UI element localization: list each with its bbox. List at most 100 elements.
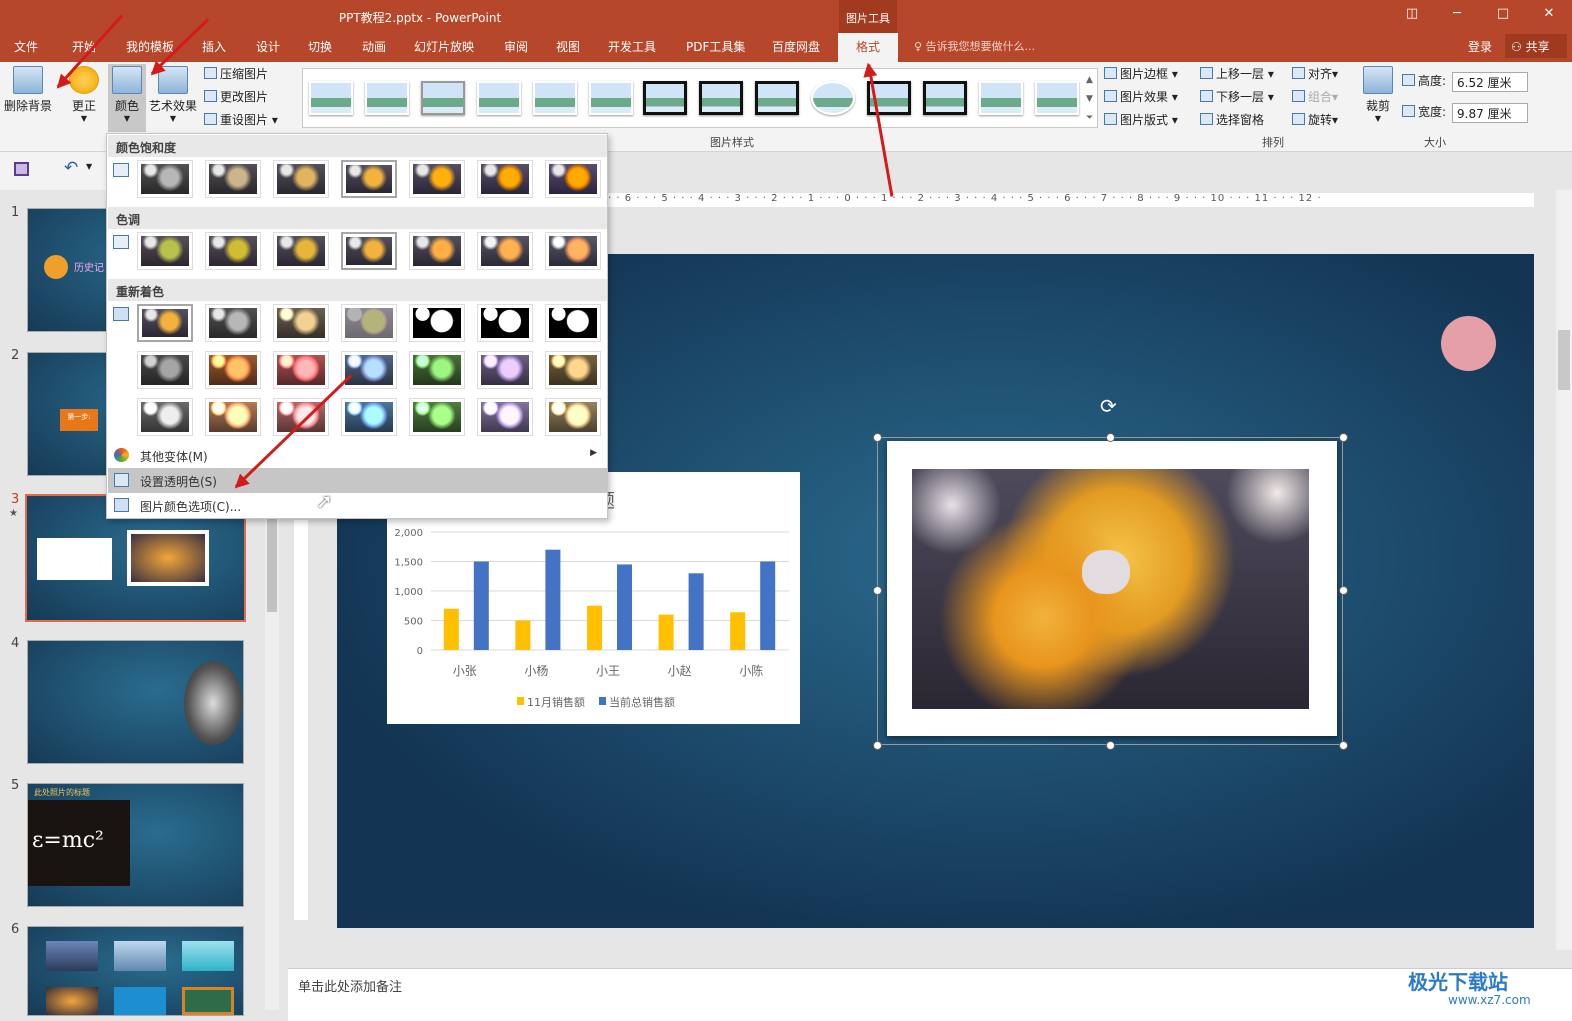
share-button[interactable]: ⚇ 共享 bbox=[1505, 34, 1567, 58]
reset-picture-button[interactable]: 重设图片 ▾ bbox=[204, 109, 278, 131]
send-backward-button[interactable]: 下移一层 ▾ bbox=[1200, 86, 1274, 108]
align-button[interactable]: 对齐▾ bbox=[1292, 63, 1338, 85]
pink-circle-shape[interactable] bbox=[1441, 316, 1496, 371]
color-swatch[interactable] bbox=[409, 160, 465, 198]
tab-design[interactable]: 设计 bbox=[256, 38, 280, 60]
bring-forward-button[interactable]: 上移一层 ▾ bbox=[1200, 63, 1274, 85]
color-swatch[interactable] bbox=[545, 351, 601, 389]
style-thumb[interactable] bbox=[589, 81, 633, 115]
tab-insert[interactable]: 插入 bbox=[202, 38, 226, 60]
color-swatch[interactable] bbox=[477, 398, 533, 436]
rotate-handle-icon[interactable]: ⟳ bbox=[1100, 394, 1117, 418]
picture-layout-button[interactable]: 图片版式 ▾ bbox=[1104, 109, 1178, 131]
color-swatch[interactable] bbox=[545, 304, 601, 342]
login-link[interactable]: 登录 bbox=[1468, 38, 1492, 55]
color-swatch[interactable] bbox=[137, 160, 193, 198]
set-transparent-color-item[interactable]: 设置透明色(S) bbox=[108, 468, 607, 493]
color-swatch[interactable] bbox=[205, 232, 261, 270]
tab-animations[interactable]: 动画 bbox=[362, 38, 386, 60]
undo-icon[interactable]: ↶ bbox=[64, 158, 78, 178]
color-swatch[interactable] bbox=[409, 351, 465, 389]
ribbon-display-button[interactable]: ◫ bbox=[1392, 6, 1432, 26]
slide-thumbnail-6[interactable] bbox=[27, 926, 244, 1016]
more-variations-item[interactable]: 其他变体(M) ▶ bbox=[108, 443, 607, 468]
height-input[interactable]: 6.52 厘米 bbox=[1452, 72, 1528, 92]
color-swatch[interactable] bbox=[477, 304, 533, 342]
style-thumb[interactable] bbox=[699, 81, 743, 115]
color-swatch[interactable] bbox=[273, 160, 329, 198]
width-input[interactable]: 9.87 厘米 bbox=[1452, 103, 1528, 123]
style-thumb[interactable] bbox=[811, 81, 855, 115]
style-thumb[interactable] bbox=[755, 81, 799, 115]
slide-thumbnail-4[interactable] bbox=[27, 640, 244, 764]
slide-thumbnail-5[interactable]: 此处照片的标题 ε=mc² bbox=[27, 783, 244, 907]
maximize-button[interactable]: □ bbox=[1483, 6, 1523, 26]
color-swatch[interactable] bbox=[341, 398, 397, 436]
resize-handle[interactable] bbox=[873, 586, 882, 595]
minimize-button[interactable]: ─ bbox=[1437, 6, 1477, 26]
vertical-scrollbar[interactable] bbox=[1556, 190, 1572, 950]
tab-review[interactable]: 审阅 bbox=[504, 38, 528, 60]
color-swatch[interactable] bbox=[545, 232, 601, 270]
color-swatch[interactable] bbox=[273, 351, 329, 389]
style-thumb[interactable] bbox=[643, 81, 687, 115]
color-button[interactable]: 颜色 ▼ bbox=[108, 64, 146, 132]
style-thumb[interactable] bbox=[923, 81, 967, 115]
color-swatch[interactable] bbox=[205, 351, 261, 389]
color-swatch[interactable] bbox=[341, 232, 397, 270]
tab-developer[interactable]: 开发工具 bbox=[608, 38, 656, 60]
style-thumb[interactable] bbox=[421, 81, 465, 115]
resize-handle[interactable] bbox=[1339, 741, 1348, 750]
color-swatch[interactable] bbox=[477, 351, 533, 389]
tab-pdf-tools[interactable]: PDF工具集 bbox=[686, 38, 745, 60]
color-swatch[interactable] bbox=[205, 398, 261, 436]
color-swatch[interactable] bbox=[137, 232, 193, 270]
undo-dropdown-icon[interactable]: ▼ bbox=[86, 162, 92, 171]
resize-handle[interactable] bbox=[873, 433, 882, 442]
color-swatch[interactable] bbox=[545, 398, 601, 436]
gallery-scroll[interactable]: ▲ ▼ ⏷ bbox=[1086, 71, 1093, 128]
color-swatch[interactable] bbox=[545, 160, 601, 198]
resize-handle[interactable] bbox=[1106, 433, 1115, 442]
style-thumb[interactable] bbox=[365, 81, 409, 115]
color-swatch[interactable] bbox=[341, 160, 397, 198]
color-swatch[interactable] bbox=[409, 304, 465, 342]
picture-effects-button[interactable]: 图片效果 ▾ bbox=[1104, 86, 1178, 108]
tab-baidu-netdisk[interactable]: 百度网盘 bbox=[772, 38, 820, 60]
color-swatch[interactable] bbox=[137, 398, 193, 436]
tab-slideshow[interactable]: 幻灯片放映 bbox=[414, 38, 474, 60]
color-swatch[interactable] bbox=[273, 304, 329, 342]
picture-border-button[interactable]: 图片边框 ▾ bbox=[1104, 63, 1178, 85]
change-picture-button[interactable]: 更改图片 bbox=[204, 86, 268, 108]
color-swatch[interactable] bbox=[273, 232, 329, 270]
selection-pane-button[interactable]: 选择窗格 bbox=[1200, 109, 1264, 131]
tell-me-search[interactable]: ♀ 告诉我您想要做什么... bbox=[914, 38, 1035, 54]
style-thumb[interactable] bbox=[477, 81, 521, 115]
group-button[interactable]: 组合▾ bbox=[1292, 86, 1338, 108]
style-thumb[interactable] bbox=[1035, 81, 1079, 115]
rotate-button[interactable]: 旋转▾ bbox=[1292, 109, 1338, 131]
color-swatch[interactable] bbox=[409, 398, 465, 436]
style-thumb[interactable] bbox=[533, 81, 577, 115]
tab-view[interactable]: 视图 bbox=[556, 38, 580, 60]
remove-background-button[interactable]: 删除背景 bbox=[2, 66, 54, 114]
tab-transitions[interactable]: 切换 bbox=[308, 38, 332, 60]
tab-format[interactable]: 格式 bbox=[838, 33, 898, 62]
color-swatch[interactable] bbox=[341, 304, 397, 342]
color-swatch[interactable] bbox=[477, 232, 533, 270]
style-thumb[interactable] bbox=[309, 81, 353, 115]
compress-pictures-button[interactable]: 压缩图片 bbox=[204, 63, 268, 85]
tab-file[interactable]: 文件 bbox=[14, 38, 38, 60]
resize-handle[interactable] bbox=[1106, 741, 1115, 750]
color-swatch[interactable] bbox=[409, 232, 465, 270]
color-swatch[interactable] bbox=[205, 304, 261, 342]
color-swatch[interactable] bbox=[137, 351, 193, 389]
color-swatch[interactable] bbox=[341, 351, 397, 389]
color-swatch[interactable] bbox=[477, 160, 533, 198]
resize-handle[interactable] bbox=[873, 741, 882, 750]
resize-handle[interactable] bbox=[1339, 433, 1348, 442]
crop-button[interactable]: 裁剪 ▼ bbox=[1360, 66, 1396, 123]
resize-handle[interactable] bbox=[1339, 586, 1348, 595]
color-swatch[interactable] bbox=[137, 304, 193, 342]
close-button[interactable]: ✕ bbox=[1529, 6, 1569, 26]
